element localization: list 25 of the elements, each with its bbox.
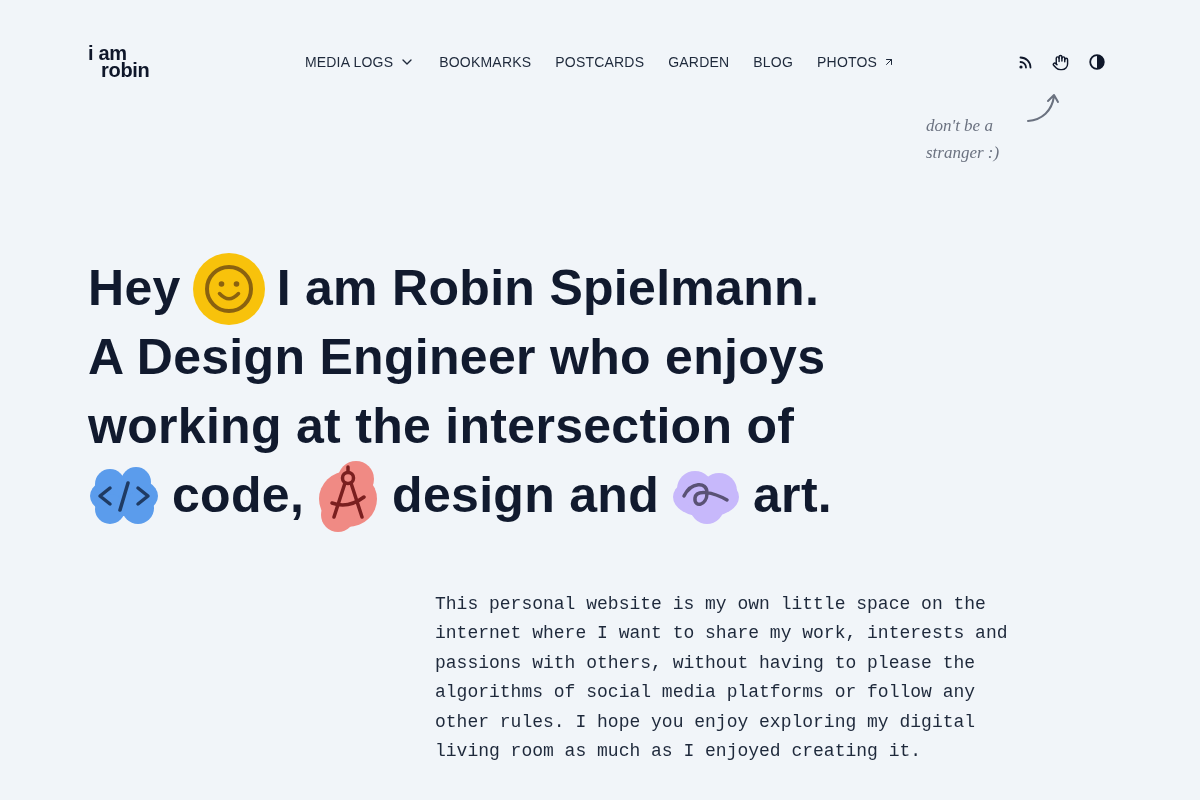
handwritten-note: don't be a stranger :): [926, 115, 1001, 164]
headline-text: Hey: [88, 259, 181, 318]
headline-text: A Design Engineer who enjoys: [88, 328, 826, 387]
wave-hand-link[interactable]: [1051, 52, 1070, 72]
hand-icon: [1052, 53, 1069, 71]
headline-text: design and: [392, 466, 659, 525]
headline-text: working at the intersection of: [88, 397, 795, 456]
headline-text: code,: [172, 466, 305, 525]
curved-arrow-icon: [1026, 92, 1060, 124]
nav-link[interactable]: BLOG: [753, 51, 794, 73]
intro-paragraph: This personal website is my own little space on the internet where I want to share my work, interests and passions with others, without having to please the algorithms of social media platforms or follow any other rules. I hope you enjoy exploring my digital living room as much as I enjoyed creating it.: [435, 593, 1009, 764]
nav-menu-button[interactable]: MEDIA LOGS: [304, 51, 416, 73]
theme-toggle-button[interactable]: [1088, 53, 1106, 71]
rss-icon: [1019, 55, 1032, 69]
rss-feed-link[interactable]: [1018, 54, 1033, 70]
code-brackets-icon: [88, 464, 160, 527]
logo-link[interactable]: i am robin: [88, 45, 150, 79]
nav-link[interactable]: BOOKMARKS: [439, 51, 532, 73]
contrast-icon: [1089, 54, 1105, 70]
nav-link[interactable]: PHOTOS: [817, 51, 896, 73]
headline-text: art.: [753, 466, 833, 525]
nav-link[interactable]: GARDEN: [668, 51, 730, 73]
smiley-face-icon: [192, 252, 265, 325]
headline-text: I am Robin Spielmann.: [276, 259, 820, 318]
nav-link[interactable]: POSTCARDS: [555, 51, 645, 73]
